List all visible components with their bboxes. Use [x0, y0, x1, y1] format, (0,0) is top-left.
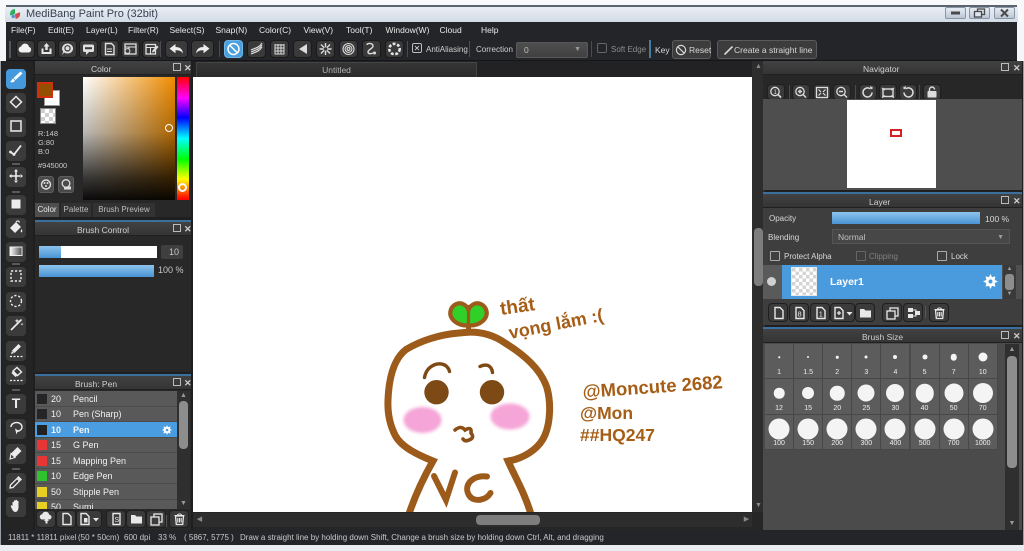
svg-text:S: S — [114, 517, 119, 524]
svg-text:@Mon: @Mon — [580, 403, 633, 423]
svg-text:@Moncute 2682: @Moncute 2682 — [582, 371, 724, 402]
svg-text:##HQ247: ##HQ247 — [580, 425, 655, 445]
svg-text:thất: thất — [499, 294, 537, 320]
svg-text:1: 1 — [818, 310, 822, 319]
svg-text:8: 8 — [797, 310, 801, 319]
